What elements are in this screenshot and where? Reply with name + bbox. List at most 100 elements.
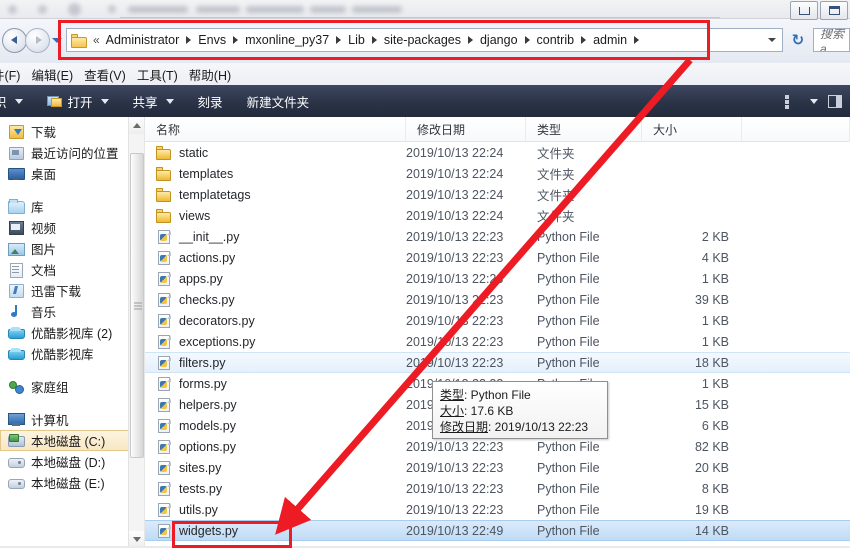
nav-arrows [2, 27, 50, 53]
file-size-cell: 15 KB [694, 397, 729, 412]
table-row[interactable]: options.py 2019/10/13 22:23 Python File 82 … [145, 436, 850, 457]
table-row[interactable]: checks.py 2019/10/13 22:23 Python File 39 K… [145, 289, 850, 310]
recent-locations-dropdown[interactable] [51, 29, 63, 51]
toolbar-open-button[interactable]: 打开 [35, 85, 121, 117]
python-file-icon [156, 313, 172, 328]
toolbar-burn-button[interactable]: 刻录 [186, 85, 235, 117]
python-file-icon [156, 355, 172, 370]
address-dropdown-button[interactable] [764, 30, 780, 50]
menu-item-help[interactable]: 帮助(H) [189, 63, 242, 86]
breadcrumb-separator-icon[interactable] [186, 36, 192, 44]
table-row[interactable]: apps.py 2019/10/13 22:23 Python File 1 KB [145, 268, 850, 289]
breadcrumb-item-4[interactable]: site-packages [382, 32, 463, 48]
breadcrumb-separator-icon[interactable] [467, 36, 473, 44]
window-controls[interactable] [790, 1, 848, 20]
file-name-label: actions.py [179, 250, 236, 265]
column-header-size[interactable]: 大小 [642, 117, 742, 142]
sidebar-item-homegroup[interactable]: 家庭组 [0, 376, 144, 397]
breadcrumb-separator-icon[interactable] [233, 36, 239, 44]
maximize-button[interactable] [820, 1, 848, 20]
scrollbar-thumb[interactable] [130, 153, 144, 458]
sidebar-item-downloads[interactable]: 下载 [0, 121, 144, 142]
sidebar-scrollbar[interactable] [128, 117, 144, 548]
file-size-cell: 18 KB [694, 355, 729, 370]
sidebar-item-desktop[interactable]: 桌面 [0, 163, 144, 184]
breadcrumb-item-3[interactable]: Lib [346, 32, 367, 48]
search-input[interactable]: 搜索 a [812, 28, 850, 52]
pictures-icon [8, 241, 25, 256]
homegroup-icon [8, 379, 25, 394]
toolbar-share-button[interactable]: 共享 [121, 85, 186, 117]
preview-pane-icon[interactable] [828, 94, 842, 108]
sidebar-item-thunder-download[interactable]: 迅雷下载 [0, 280, 144, 301]
table-row[interactable]: decorators.py 2019/10/13 22:23 Python File… [145, 310, 850, 331]
table-row[interactable]: templates 2019/10/13 22:24 文件夹 [145, 163, 850, 184]
breadcrumb-item-1[interactable]: Envs [196, 32, 228, 48]
sidebar-item-local-disk-d[interactable]: 本地磁盘 (D:) [0, 451, 144, 472]
scroll-up-button[interactable] [129, 117, 144, 134]
address-bar[interactable]: « Administrator Envs mxonline_py37 Lib s… [65, 28, 783, 52]
menu-item-file[interactable]: 件(F) [0, 63, 31, 86]
python-file-icon [156, 523, 172, 538]
file-name-label: tests.py [179, 481, 223, 496]
chevron-down-icon[interactable] [810, 98, 818, 104]
breadcrumb-item-2[interactable]: mxonline_py37 [243, 32, 331, 48]
breadcrumb-item-0[interactable]: Administrator [104, 32, 182, 48]
sidebar-item-libraries[interactable]: 库 [0, 196, 144, 217]
toolbar-new-folder-label: 新建文件夹 [246, 95, 310, 110]
column-header-date[interactable]: 修改日期 [406, 117, 526, 142]
sidebar-item-videos[interactable]: 视频 [0, 217, 144, 238]
video-icon [8, 220, 25, 235]
python-file-icon [156, 334, 172, 349]
table-row[interactable]: static 2019/10/13 22:24 文件夹 [145, 142, 850, 163]
table-row[interactable]: widgets.py 2019/10/13 22:49 Python File 14 … [145, 520, 850, 541]
toolbar-organize-button[interactable]: 织 [0, 85, 35, 117]
refresh-button[interactable]: ↻ [787, 29, 809, 51]
table-row[interactable]: tests.py 2019/10/13 22:23 Python File 8 KB [145, 478, 850, 499]
table-row[interactable]: exceptions.py 2019/10/13 22:23 Python File… [145, 331, 850, 352]
forward-button[interactable] [25, 27, 50, 53]
explorer-window: « Administrator Envs mxonline_py37 Lib s… [0, 0, 850, 548]
menu-item-view[interactable]: 查看(V) [84, 63, 137, 86]
breadcrumb-overflow-icon[interactable]: « [93, 33, 100, 47]
documents-icon [8, 262, 25, 278]
breadcrumb-separator-icon[interactable] [371, 36, 377, 44]
file-date-cell: 2019/10/13 22:49 [406, 523, 504, 538]
breadcrumb-separator-icon[interactable] [524, 36, 530, 44]
column-header-name[interactable]: 名称 [145, 117, 406, 142]
column-header-type[interactable]: 类型 [526, 117, 642, 142]
menu-item-tools[interactable]: 工具(T) [137, 63, 189, 86]
table-row[interactable]: utils.py 2019/10/13 22:23 Python File 19 KB [145, 499, 850, 520]
table-row[interactable]: filters.py 2019/10/13 22:23 Python File 18 … [145, 352, 850, 373]
table-row[interactable]: actions.py 2019/10/13 22:23 Python File 4 K… [145, 247, 850, 268]
change-view-icon[interactable] [783, 94, 797, 109]
sidebar-item-youku-library[interactable]: 优酷影视库 [0, 343, 144, 364]
sidebar-item-pictures[interactable]: 图片 [0, 238, 144, 259]
file-name-cell: actions.py [145, 250, 406, 265]
breadcrumb-item-6[interactable]: contrib [535, 32, 577, 48]
table-row[interactable]: templatetags 2019/10/13 22:24 文件夹 [145, 184, 850, 205]
sidebar-item-local-disk-e[interactable]: 本地磁盘 (E:) [0, 472, 144, 493]
sidebar-item-recent-places[interactable]: 最近访问的位置 [0, 142, 144, 163]
table-row[interactable]: __init__.py 2019/10/13 22:23 Python File 2 … [145, 226, 850, 247]
sidebar-item-music[interactable]: 音乐 [0, 301, 144, 322]
breadcrumb-separator-icon[interactable] [634, 36, 640, 44]
breadcrumb-item-5[interactable]: django [478, 32, 520, 48]
sidebar-item-youku-library-2[interactable]: 优酷影视库 (2) [0, 322, 144, 343]
minimize-button[interactable] [790, 1, 818, 20]
back-button[interactable] [2, 27, 27, 53]
file-type-cell: Python File [537, 355, 600, 370]
menu-item-edit[interactable]: 编辑(E) [31, 63, 84, 86]
recent-places-icon [8, 145, 25, 160]
sidebar-item-documents[interactable]: 文档 [0, 259, 144, 280]
breadcrumb-separator-icon[interactable] [581, 36, 587, 44]
toolbar-new-folder-button[interactable]: 新建文件夹 [235, 85, 322, 117]
address-bar-right [764, 29, 780, 51]
table-row[interactable]: views 2019/10/13 22:24 文件夹 [145, 205, 850, 226]
table-row[interactable]: sites.py 2019/10/13 22:23 Python File 20 KB [145, 457, 850, 478]
sidebar-item-local-disk-c[interactable]: 本地磁盘 (C:) [0, 430, 144, 451]
file-type-cell: 文件夹 [537, 147, 575, 161]
breadcrumb-separator-icon[interactable] [336, 36, 342, 44]
breadcrumb-item-7[interactable]: admin [591, 32, 629, 48]
sidebar-item-computer[interactable]: 计算机 [0, 409, 144, 430]
